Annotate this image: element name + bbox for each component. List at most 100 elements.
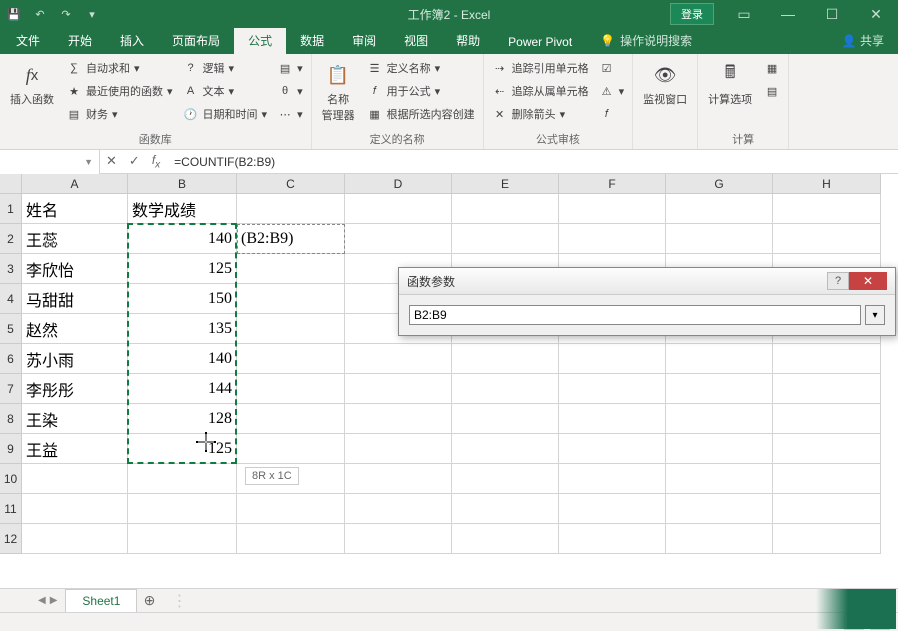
use-in-formula-button[interactable]: 𝑓用于公式 ▾ bbox=[363, 80, 479, 102]
tab-help[interactable]: 帮助 bbox=[442, 27, 494, 54]
create-from-selection-button[interactable]: ▦根据所选内容创建 bbox=[363, 103, 479, 125]
cell-D7[interactable] bbox=[345, 374, 452, 404]
cell-A3[interactable]: 李欣怡 bbox=[22, 254, 128, 284]
minimize-button[interactable]: — bbox=[766, 0, 810, 28]
cell-A5[interactable]: 赵然 bbox=[22, 314, 128, 344]
row-header-8[interactable]: 8 bbox=[0, 404, 22, 434]
accept-formula-button[interactable]: ✓ bbox=[129, 153, 140, 169]
row-header-12[interactable]: 12 bbox=[0, 524, 22, 554]
row-header-9[interactable]: 9 bbox=[0, 434, 22, 464]
row-header-11[interactable]: 11 bbox=[0, 494, 22, 524]
tab-file[interactable]: 文件 bbox=[2, 27, 54, 54]
trace-precedents-button[interactable]: ⇢追踪引用单元格 bbox=[488, 57, 593, 79]
error-check-button[interactable]: ⚠▾ bbox=[595, 80, 629, 102]
cell-H9[interactable] bbox=[773, 434, 881, 464]
insert-function-button[interactable]: fx 插入函数 bbox=[4, 57, 60, 129]
cell-E10[interactable] bbox=[452, 464, 559, 494]
cell-F12[interactable] bbox=[559, 524, 666, 554]
cell-H7[interactable] bbox=[773, 374, 881, 404]
cell-F6[interactable] bbox=[559, 344, 666, 374]
cell-D2[interactable] bbox=[345, 224, 452, 254]
cell-C7[interactable] bbox=[237, 374, 345, 404]
row-header-10[interactable]: 10 bbox=[0, 464, 22, 494]
cell-G7[interactable] bbox=[666, 374, 773, 404]
tab-view[interactable]: 视图 bbox=[390, 27, 442, 54]
cell-C3[interactable] bbox=[237, 254, 345, 284]
cell-F1[interactable] bbox=[559, 194, 666, 224]
tab-layout[interactable]: 页面布局 bbox=[158, 27, 234, 54]
save-qat-icon[interactable]: 💾 bbox=[2, 3, 26, 25]
cell-A4[interactable]: 马甜甜 bbox=[22, 284, 128, 314]
lookup-button[interactable]: ▤▾ bbox=[273, 57, 307, 79]
cell-B3[interactable]: 125 bbox=[128, 254, 237, 284]
col-header-E[interactable]: E bbox=[452, 174, 559, 194]
cell-E9[interactable] bbox=[452, 434, 559, 464]
cell-F11[interactable] bbox=[559, 494, 666, 524]
cell-B2[interactable]: 140 bbox=[128, 224, 237, 254]
sheet-tab-sheet1[interactable]: Sheet1 bbox=[65, 589, 137, 612]
cell-G10[interactable] bbox=[666, 464, 773, 494]
calc-sheet-button[interactable]: ▤ bbox=[760, 80, 784, 102]
row-header-2[interactable]: 2 bbox=[0, 224, 22, 254]
cell-E2[interactable] bbox=[452, 224, 559, 254]
ribbon-options-button[interactable]: ▭ bbox=[722, 0, 766, 28]
cell-F8[interactable] bbox=[559, 404, 666, 434]
tab-home[interactable]: 开始 bbox=[54, 27, 106, 54]
cell-A7[interactable]: 李彤彤 bbox=[22, 374, 128, 404]
cell-E8[interactable] bbox=[452, 404, 559, 434]
col-header-A[interactable]: A bbox=[22, 174, 128, 194]
name-box[interactable]: ▼ bbox=[0, 150, 100, 174]
cell-C5[interactable] bbox=[237, 314, 345, 344]
tab-insert[interactable]: 插入 bbox=[106, 27, 158, 54]
cell-G9[interactable] bbox=[666, 434, 773, 464]
more-functions-button[interactable]: ⋯▾ bbox=[273, 103, 307, 125]
row-header-4[interactable]: 4 bbox=[0, 284, 22, 314]
cell-C11[interactable] bbox=[237, 494, 345, 524]
tab-review[interactable]: 审阅 bbox=[338, 27, 390, 54]
qat-dropdown-icon[interactable]: ▾ bbox=[80, 3, 104, 25]
redo-qat-icon[interactable]: ↷ bbox=[54, 3, 78, 25]
dialog-close-button[interactable]: ✕ bbox=[849, 272, 887, 290]
tab-power-pivot[interactable]: Power Pivot bbox=[494, 30, 586, 54]
cancel-formula-button[interactable]: ✕ bbox=[106, 153, 117, 169]
cell-H12[interactable] bbox=[773, 524, 881, 554]
cell-G11[interactable] bbox=[666, 494, 773, 524]
cell-E7[interactable] bbox=[452, 374, 559, 404]
col-header-C[interactable]: C bbox=[237, 174, 345, 194]
cell-C12[interactable] bbox=[237, 524, 345, 554]
cell-A1[interactable]: 姓名 bbox=[22, 194, 128, 224]
cell-H1[interactable] bbox=[773, 194, 881, 224]
add-sheet-button[interactable]: ⊕ bbox=[137, 592, 161, 609]
fx-button[interactable]: fx bbox=[152, 153, 160, 170]
cell-H10[interactable] bbox=[773, 464, 881, 494]
row-header-5[interactable]: 5 bbox=[0, 314, 22, 344]
dialog-expand-button[interactable]: ▾ bbox=[865, 305, 885, 325]
show-formulas-button[interactable]: ☑ bbox=[595, 57, 629, 79]
cell-F7[interactable] bbox=[559, 374, 666, 404]
cell-B6[interactable]: 140 bbox=[128, 344, 237, 374]
remove-arrows-button[interactable]: ✕删除箭头 ▾ bbox=[488, 103, 593, 125]
row-header-1[interactable]: 1 bbox=[0, 194, 22, 224]
cell-G6[interactable] bbox=[666, 344, 773, 374]
maximize-button[interactable]: ☐ bbox=[810, 0, 854, 28]
select-all-corner[interactable] bbox=[0, 174, 22, 194]
cell-C4[interactable] bbox=[237, 284, 345, 314]
cell-A11[interactable] bbox=[22, 494, 128, 524]
share-button[interactable]: 👤 共享 bbox=[828, 27, 898, 54]
cell-A2[interactable]: 王蕊 bbox=[22, 224, 128, 254]
col-header-G[interactable]: G bbox=[666, 174, 773, 194]
cell-B10[interactable] bbox=[128, 464, 237, 494]
cell-D9[interactable] bbox=[345, 434, 452, 464]
col-header-B[interactable]: B bbox=[128, 174, 237, 194]
evaluate-button[interactable]: 𝑓 bbox=[595, 103, 629, 125]
financial-button[interactable]: ▤财务 ▾ bbox=[62, 103, 177, 125]
cell-G8[interactable] bbox=[666, 404, 773, 434]
cell-D11[interactable] bbox=[345, 494, 452, 524]
cell-A6[interactable]: 苏小雨 bbox=[22, 344, 128, 374]
math-button[interactable]: θ▾ bbox=[273, 80, 307, 102]
calc-options-button[interactable]: 🖩 计算选项 bbox=[702, 57, 758, 129]
cell-E12[interactable] bbox=[452, 524, 559, 554]
cell-C6[interactable] bbox=[237, 344, 345, 374]
row-header-6[interactable]: 6 bbox=[0, 344, 22, 374]
cell-H11[interactable] bbox=[773, 494, 881, 524]
